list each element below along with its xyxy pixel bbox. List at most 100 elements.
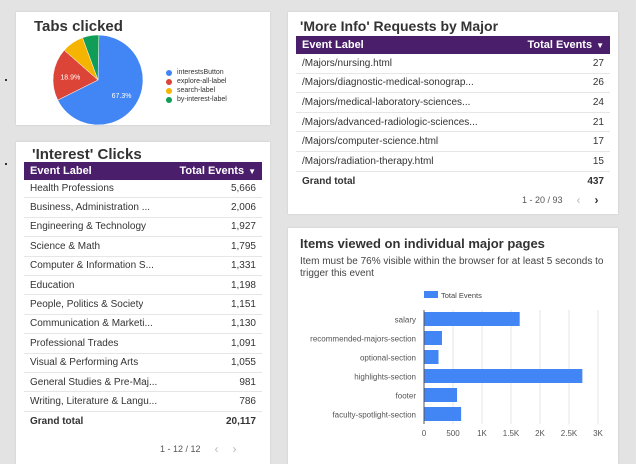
table-row[interactable]: Communication & Marketi... 1,130 <box>24 315 262 335</box>
row-label: Engineering & Technology <box>30 221 147 233</box>
legend-label: search-label <box>177 87 216 94</box>
row-label: Professional Trades <box>30 337 119 349</box>
table-row[interactable]: /Majors/advanced-radiologic-sciences... 2… <box>296 113 610 133</box>
row-value: 1,151 <box>230 299 256 311</box>
table-row[interactable]: People, Politics & Society 1,151 <box>24 295 262 315</box>
y-category-label: faculty-spotlight-section <box>332 411 416 420</box>
interest-pager-text: 1 - 12 / 12 <box>160 444 201 454</box>
side-mark <box>5 79 7 81</box>
legend-item[interactable]: explore-all-label <box>166 77 227 86</box>
table-row[interactable]: General Studies & Pre-Maj... 981 <box>24 373 262 393</box>
table-row[interactable]: Science & Math 1,795 <box>24 237 262 257</box>
row-value: 1,795 <box>230 240 256 252</box>
moreinfo-title: 'More Info' Requests by Major <box>300 18 499 34</box>
moreinfo-pager-text: 1 - 20 / 93 <box>522 195 563 205</box>
bar-salary[interactable] <box>424 312 520 326</box>
interest-col-label[interactable]: Event Label <box>30 165 92 177</box>
legend-dot-icon <box>166 78 172 85</box>
row-value: 1,927 <box>230 221 256 233</box>
y-category-label: footer <box>396 392 417 401</box>
x-tick-label: 2K <box>535 429 545 438</box>
legend-dot-icon <box>166 69 172 76</box>
tabs-clicked-card: Tabs clicked 67.3% 18.9% interestsButton e… <box>16 12 270 125</box>
row-label: /Majors/computer-science.html <box>302 136 439 148</box>
row-value: 24 <box>592 96 604 108</box>
grand-total-value: 20,117 <box>225 415 256 427</box>
legend-label: interestsButton <box>177 69 224 76</box>
pie-chart: 67.3% 18.9% <box>52 34 144 125</box>
table-row[interactable]: Professional Trades 1,091 <box>24 334 262 354</box>
chevron-right-icon[interactable]: › <box>233 442 237 456</box>
items-viewed-card: Items viewed on individual major pages I… <box>288 228 618 464</box>
row-label: Visual & Performing Arts <box>30 357 139 369</box>
sort-desc-icon[interactable]: ▼ <box>248 167 256 176</box>
bar-recommended-majors-section[interactable] <box>424 331 442 345</box>
legend-dot-icon <box>166 96 172 103</box>
moreinfo-col-value-wrap[interactable]: Total Events ▼ <box>527 39 604 51</box>
legend-dot-icon <box>166 87 172 94</box>
legend-swatch <box>424 291 438 298</box>
interest-col-value[interactable]: Total Events <box>179 165 244 177</box>
row-value: 17 <box>592 136 604 148</box>
table-row[interactable]: Writing, Literature & Langu... 786 <box>24 392 262 412</box>
bar-chart: Total Events 0 500 1K 1.5K 2K 2.5K 3K salary reco… <box>310 291 604 438</box>
x-tick-label: 500 <box>446 429 460 438</box>
bar-optional-section[interactable] <box>424 350 439 364</box>
row-value: 5,666 <box>230 182 256 194</box>
table-row[interactable]: /Majors/radiation-therapy.html 15 <box>296 152 610 172</box>
row-value: 1,130 <box>230 318 256 330</box>
row-label: Business, Administration ... <box>30 202 151 214</box>
legend-label: explore-all-label <box>177 78 227 85</box>
legend-item[interactable]: interestsButton <box>166 68 227 77</box>
legend-item[interactable]: search-label <box>166 86 227 95</box>
row-label: /Majors/medical-laboratory-sciences... <box>302 96 471 108</box>
bar-highlights-section[interactable] <box>424 369 583 383</box>
table-row[interactable]: Engineering & Technology 1,927 <box>24 218 262 238</box>
row-label: Science & Math <box>30 240 101 252</box>
grand-total-row: Grand total 437 <box>296 172 610 192</box>
table-row[interactable]: Computer & Information S... 1,331 <box>24 257 262 276</box>
table-row[interactable]: /Majors/nursing.html 27 <box>296 54 610 74</box>
table-row[interactable]: /Majors/diagnostic-medical-sonograp... 26 <box>296 74 610 94</box>
interest-clicks-card: 'Interest' Clicks Event Label Total Even… <box>16 142 270 464</box>
moreinfo-col-value[interactable]: Total Events <box>527 39 592 51</box>
row-label: /Majors/radiation-therapy.html <box>302 155 434 167</box>
row-label: Education <box>30 279 75 291</box>
pie-slice-label: 18.9% <box>60 74 80 81</box>
legend-item[interactable]: by-interest-label <box>166 95 227 104</box>
moreinfo-col-label[interactable]: Event Label <box>302 39 364 51</box>
y-category-label: highlights-section <box>354 373 416 382</box>
row-label: General Studies & Pre-Maj... <box>30 376 158 388</box>
table-row[interactable]: /Majors/medical-laboratory-sciences... 24 <box>296 93 610 113</box>
interest-col-value-wrap[interactable]: Total Events ▼ <box>179 165 256 177</box>
sort-desc-icon[interactable]: ▼ <box>596 41 604 50</box>
grand-total-value: 437 <box>587 175 604 187</box>
moreinfo-pager: 1 - 20 / 93 ‹ › <box>522 193 599 207</box>
table-row[interactable]: Business, Administration ... 2,006 <box>24 198 262 218</box>
row-value: 1,331 <box>230 260 256 272</box>
bar-footer[interactable] <box>424 388 458 402</box>
interest-title: 'Interest' Clicks <box>32 146 142 163</box>
row-value: 26 <box>592 77 604 89</box>
chevron-right-icon[interactable]: › <box>595 193 599 207</box>
table-row[interactable]: Visual & Performing Arts 1,055 <box>24 354 262 373</box>
row-value: 786 <box>239 396 256 408</box>
chevron-left-icon[interactable]: ‹ <box>215 442 219 456</box>
y-category-label: optional-section <box>360 354 416 363</box>
y-category-label: recommended-majors-section <box>310 335 416 344</box>
table-row[interactable]: /Majors/computer-science.html 17 <box>296 132 610 152</box>
chevron-left-icon[interactable]: ‹ <box>577 193 581 207</box>
grand-total-row: Grand total 20,117 <box>24 412 262 431</box>
row-value: 1,055 <box>230 357 256 369</box>
pie-legend: interestsButton explore-all-label search-l… <box>166 68 227 104</box>
table-row[interactable]: Health Professions 5,666 <box>24 179 262 199</box>
legend-label: by-interest-label <box>177 96 227 103</box>
grand-total-label: Grand total <box>30 415 84 427</box>
row-label: Health Professions <box>30 182 114 194</box>
table-row[interactable]: Education 1,198 <box>24 276 262 296</box>
side-mark <box>5 163 7 165</box>
bar-faculty-spotlight-section[interactable] <box>424 407 462 421</box>
interest-pager: 1 - 12 / 12 ‹ › <box>160 442 237 456</box>
row-value: 1,198 <box>230 279 256 291</box>
more-info-card: 'More Info' Requests by Major Event Labe… <box>288 12 618 214</box>
